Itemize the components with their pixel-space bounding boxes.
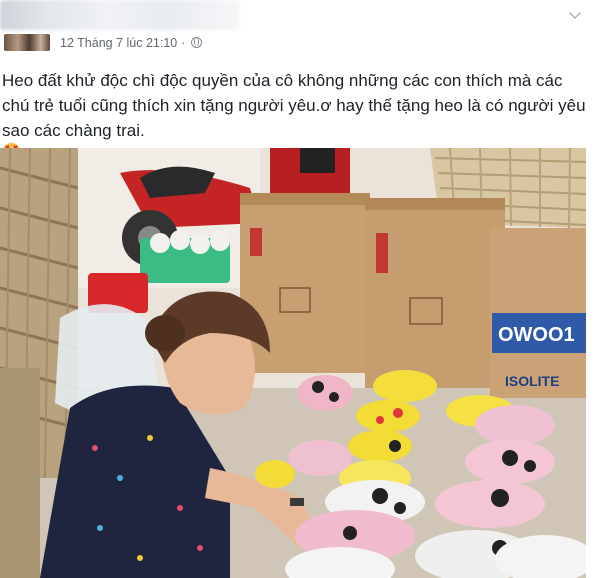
photo-scene: OWOO1 ISOLITE (0, 148, 586, 578)
post-photo[interactable]: OWOO1 ISOLITE (0, 148, 586, 578)
chevron-down-icon[interactable] (568, 8, 582, 22)
facebook-post: 12 Tháng 7 lúc 21:10 · Heo đất khử độc ch… (0, 0, 600, 578)
cardboard-box-left (240, 193, 370, 373)
author-name-blurred[interactable] (0, 0, 240, 30)
post-text-line-3-text: sao các chàng trai. (2, 121, 145, 140)
post-meta: 12 Tháng 7 lúc 21:10 · (60, 36, 203, 50)
cardboard-box-middle (365, 198, 505, 388)
post-timestamp[interactable]: 12 Tháng 7 lúc 21:10 (60, 36, 177, 50)
box-label-2: ISOLITE (505, 373, 559, 389)
post-text-line-1: Heo đất khử độc chì độc quyền của cô khô… (2, 71, 563, 90)
cardboard-box-right: OWOO1 ISOLITE (490, 228, 586, 398)
post-text-line-2: chú trẻ tuổi cũng thích xin tặng người y… (2, 96, 586, 115)
globe-icon[interactable] (191, 37, 203, 48)
meta-separator: · (181, 36, 186, 50)
post-header: 12 Tháng 7 lúc 21:10 · (0, 0, 600, 56)
box-label-1: OWOO1 (498, 324, 575, 346)
green-basket (140, 230, 230, 283)
avatar[interactable] (4, 34, 50, 51)
